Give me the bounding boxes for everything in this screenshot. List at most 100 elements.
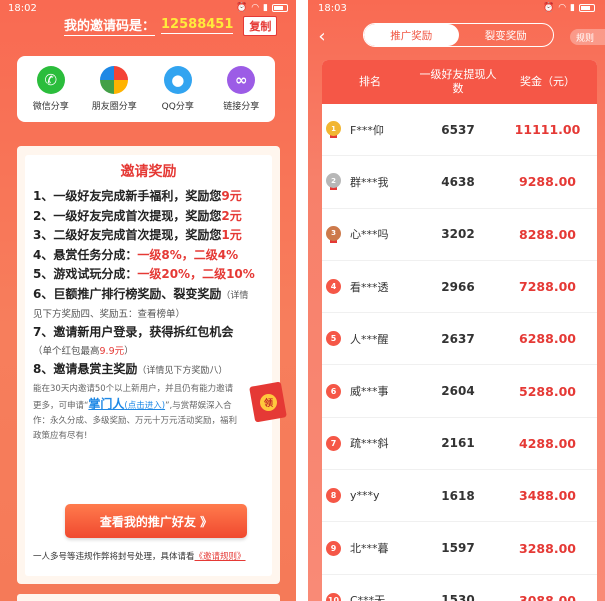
medal-disc: 1 bbox=[326, 121, 341, 137]
reward-paragraph-line: 更多，可申请“掌门人(点击进入)”,与赏帮娱深入合 bbox=[33, 397, 264, 414]
header-count: 一级好友提现人数 bbox=[419, 68, 497, 95]
invite-code-value: 12588451 bbox=[161, 17, 234, 34]
invite-page: 18:02 ⏰ ◠ ▮ 我的邀请码是： 12588451 复制 ✆ 微信分享 朋… bbox=[0, 0, 296, 601]
table-body: 1 F***仰 6 5 3 7 11111.00 2 群***我 4638 9288.00 3 心***… bbox=[322, 104, 597, 601]
reward-paragraph-line: 能在30天内邀请50个以上新用户，并且仍有能力邀请 bbox=[33, 384, 234, 394]
rank-cell: 8 y***y bbox=[322, 488, 418, 504]
alarm-icon: ⏰ bbox=[235, 3, 248, 13]
rank-badge: 4 bbox=[326, 279, 341, 295]
gold-medal-icon: 1 bbox=[326, 121, 341, 139]
reward-line-5: 5、游戏试玩分成：一级20%，二级10% bbox=[33, 265, 264, 285]
footnote-text: 一人多号等违规作弊将封号处理，具体请看 bbox=[33, 552, 195, 562]
status-bar: 18:03 ⏰ ◠ ▮ bbox=[308, 0, 605, 16]
table-header: 排名 一级好友提现人数 奖金（元） bbox=[322, 60, 597, 104]
share-link-button[interactable]: ∞ 链接分享 bbox=[211, 66, 271, 112]
table-row: 10 C***无 1530 3088.00 bbox=[322, 575, 597, 601]
user-name: C***无 bbox=[350, 594, 386, 601]
share-qq-button[interactable]: ● QQ分享 bbox=[148, 66, 208, 112]
rank-badge: 5 bbox=[326, 331, 341, 347]
bonus-amount: 9288.00 bbox=[519, 174, 576, 190]
status-time: 18:02 bbox=[8, 2, 37, 14]
reward-line-8: 8、邀请悬赏主奖励（详情见下方奖励八） bbox=[33, 360, 264, 382]
zhangmenren-link[interactable]: 掌门人 bbox=[88, 397, 124, 411]
friend-count: 1530 bbox=[441, 593, 475, 601]
header-rank: 排名 bbox=[359, 75, 381, 88]
table-row: 2 群***我 4638 9288.00 bbox=[322, 156, 597, 209]
bonus-amount: 3488.00 bbox=[519, 488, 576, 504]
invite-rules-link[interactable]: 《邀请规则》 bbox=[195, 552, 246, 562]
header-amount: 奖金（元） bbox=[520, 75, 575, 88]
status-icons: ⏰ ◠ ▮ bbox=[543, 3, 595, 13]
share-wechat-button[interactable]: ✆ 微信分享 bbox=[21, 66, 81, 112]
reward-line-2: 2、一级好友完成首次提现，奖励您2元 bbox=[33, 207, 264, 227]
status-time: 18:03 bbox=[318, 2, 347, 14]
share-label: QQ分享 bbox=[161, 102, 194, 112]
leaderboard-table: 排名 一级好友提现人数 奖金（元） 1 F***仰 6 5 3 7 11111.00 2 群**… bbox=[322, 60, 597, 601]
red-packet-icon[interactable]: 领 bbox=[248, 378, 288, 423]
rank-badge: 6 bbox=[326, 383, 341, 399]
rank-cell: 6 威***事 bbox=[322, 383, 418, 399]
back-chevron-icon[interactable]: ‹ bbox=[314, 26, 330, 47]
tab-promotion-reward[interactable]: 推广奖励 bbox=[364, 24, 459, 46]
rank-cell: 9 北***暮 bbox=[322, 540, 418, 556]
bonus-amount: 3288.00 bbox=[519, 540, 576, 556]
share-label: 微信分享 bbox=[32, 102, 69, 112]
rank-cell: 7 疏***斜 bbox=[322, 435, 418, 451]
invite-reward-content: 邀请奖励 1、一级好友完成新手福利，奖励您9元 2、一级好友完成首次提现，奖励您… bbox=[25, 155, 272, 576]
friend-count: 1597 bbox=[441, 541, 475, 556]
user-name: 威***事 bbox=[350, 385, 389, 399]
leaderboard-page: 18:03 ⏰ ◠ ▮ ‹ 推广奖励 裂变奖励 规则 排名 一级好友提现人数 奖… bbox=[308, 0, 605, 601]
table-row: 8 y***y 1618 3488.00 bbox=[322, 470, 597, 523]
reward-amount: 2元 bbox=[221, 208, 242, 223]
bonus-amount: 4288.00 bbox=[519, 435, 576, 451]
rank-cell: 3 心***吗 bbox=[322, 225, 418, 243]
reward-text: 3、二级好友完成首次提现，奖励您 bbox=[33, 228, 222, 242]
reward-text: ”,与赏帮娱深入合 bbox=[165, 401, 232, 411]
rank-cell: 10 C***无 bbox=[322, 592, 418, 601]
reward-line-3: 3、二级好友完成首次提现，奖励您1元 bbox=[33, 226, 264, 246]
invite-code-label: 我的邀请码是： bbox=[64, 15, 156, 36]
medal-disc: 2 bbox=[326, 173, 341, 189]
reward-paragraph: 能在30天内邀请50个以上新用户，并且仍有能力邀请 更多，可申请“掌门人(点击进… bbox=[33, 382, 264, 444]
table-row: 1 F***仰 6537 11111.00 bbox=[322, 104, 597, 157]
share-label: 链接分享 bbox=[223, 102, 260, 112]
user-name: 北***暮 bbox=[350, 542, 389, 556]
zhangmenren-enter-link[interactable]: (点击进入) bbox=[124, 401, 165, 411]
alarm-icon: ⏰ bbox=[542, 3, 555, 13]
user-name: 疏***斜 bbox=[350, 437, 389, 451]
friend-count: 2604 bbox=[441, 384, 475, 399]
reward-detail: （详情见下方奖励八） bbox=[137, 365, 228, 376]
link-icon: ∞ bbox=[227, 66, 256, 94]
share-label: 朋友圈分享 bbox=[91, 102, 137, 112]
share-moments-button[interactable]: 朋友圈分享 bbox=[84, 66, 144, 112]
reward-detail: （详情 bbox=[221, 290, 249, 301]
user-name: F***仰 bbox=[350, 123, 384, 137]
rank-badge: 7 bbox=[326, 435, 341, 451]
moments-icon bbox=[100, 66, 129, 94]
reward-text: 4、悬赏任务分成： bbox=[33, 247, 138, 262]
reward-title: 邀请奖励 bbox=[120, 164, 177, 180]
reward-line-7-note: （单个红包最高9.9元） bbox=[33, 343, 264, 360]
tab-fission-reward[interactable]: 裂变奖励 bbox=[459, 24, 554, 46]
table-row: 9 北***暮 1597 3288.00 bbox=[322, 522, 597, 575]
signal-icon: ▮ bbox=[570, 3, 575, 13]
reward-amount: 9元 bbox=[221, 189, 242, 203]
screenshot-root: 18:02 ⏰ ◠ ▮ 我的邀请码是： 12588451 复制 ✆ 微信分享 朋… bbox=[0, 0, 605, 601]
copy-button[interactable]: 复制 bbox=[243, 15, 278, 36]
user-name: y***y bbox=[350, 489, 380, 503]
user-name: 心***吗 bbox=[350, 228, 389, 242]
friend-count: 1618 bbox=[441, 488, 475, 503]
friend-count: 3202 bbox=[441, 227, 475, 242]
rank-badge: 9 bbox=[326, 540, 341, 556]
bonus-amount: 6288.00 bbox=[519, 331, 576, 347]
bonus-amount: 11111.00 bbox=[514, 122, 581, 138]
table-row: 3 心***吗 3202 8288.00 bbox=[322, 209, 597, 261]
wechat-icon: ✆ bbox=[36, 66, 65, 94]
view-my-friends-button[interactable]: 查看我的推广好友 》 bbox=[65, 504, 247, 538]
reward-line-1: 1、一级好友完成新手福利，奖励您9元 bbox=[33, 187, 264, 207]
friend-count: 2966 bbox=[441, 279, 475, 294]
medal-disc: 3 bbox=[326, 225, 341, 241]
rank-badge: 8 bbox=[326, 488, 341, 504]
rules-button[interactable]: 规则 bbox=[570, 29, 605, 45]
next-card-edge bbox=[17, 594, 280, 601]
